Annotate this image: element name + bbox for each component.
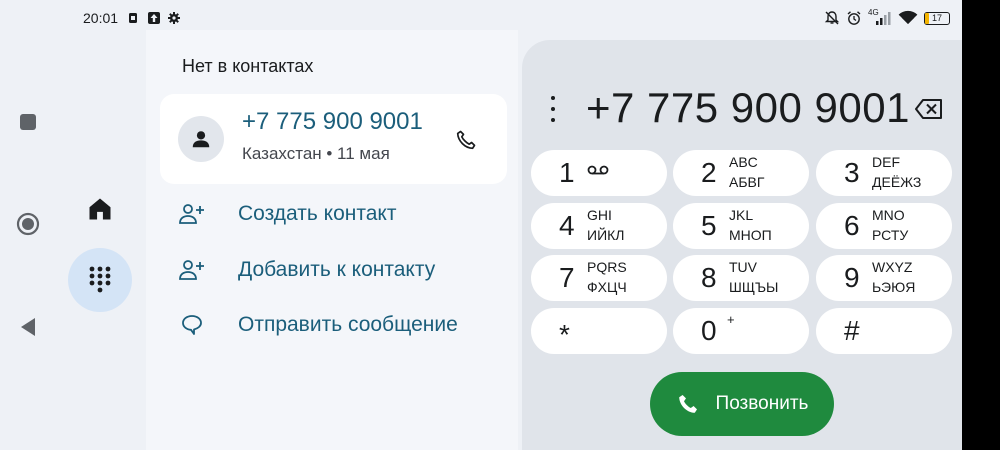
key-cyrillic-letters: РСТУ bbox=[872, 227, 909, 243]
key-latin-letters: MNO bbox=[872, 207, 905, 223]
create-contact-label: Создать контакт bbox=[238, 202, 397, 225]
rail-dialpad-button[interactable] bbox=[68, 248, 132, 312]
dialed-number: +7 775 900 9001 bbox=[586, 84, 910, 131]
status-bar: 20:01 4G 17 bbox=[0, 8, 962, 30]
key-digit: 1 bbox=[559, 157, 575, 188]
more-dot-icon bbox=[551, 107, 555, 111]
phone-screen: 20:01 4G 17 Нет в контактах +7 775 900 9… bbox=[0, 0, 962, 450]
alarm-clock-icon bbox=[847, 11, 861, 25]
card-phone-number: +7 775 900 9001 bbox=[242, 108, 423, 135]
call-button[interactable]: Позвонить bbox=[650, 372, 834, 436]
do-not-disturb-bell-icon bbox=[824, 11, 840, 25]
contact-avatar bbox=[178, 116, 224, 162]
key-cyrillic-letters: АБВГ bbox=[729, 174, 765, 190]
send-message-label: Отправить сообщение bbox=[238, 313, 458, 336]
key-cyrillic-letters: ШЩЪЫ bbox=[729, 279, 779, 295]
add-to-contact-action[interactable]: Добавить к контакту bbox=[178, 250, 508, 290]
phone-icon bbox=[456, 130, 476, 150]
not-in-contacts-title: Нет в контактах bbox=[182, 56, 314, 76]
key-latin-letters: WXYZ bbox=[872, 259, 913, 275]
key-digit: 6 bbox=[844, 210, 860, 241]
backspace-icon bbox=[915, 99, 942, 119]
system-navigation-bar bbox=[0, 30, 56, 450]
key-digit: 2 bbox=[701, 157, 717, 188]
card-subtitle: Казахстан • 11 мая bbox=[242, 144, 390, 163]
key-latin-letters: TUV bbox=[729, 259, 757, 275]
key-star[interactable]: * bbox=[531, 308, 667, 354]
send-message-action[interactable]: Отправить сообщение bbox=[178, 305, 508, 345]
back-button[interactable] bbox=[14, 313, 42, 341]
mobile-signal-icon: 4G bbox=[868, 8, 892, 26]
battery-level: 17 bbox=[931, 12, 942, 23]
key-cyrillic-letters: ДЕЁЖЗ bbox=[872, 174, 922, 190]
notification-icon bbox=[129, 13, 137, 23]
key-latin-letters: DEF bbox=[872, 154, 900, 170]
key-digit: 0 bbox=[701, 315, 717, 346]
key-digit: 9 bbox=[844, 262, 860, 293]
key-digit: 8 bbox=[701, 262, 717, 293]
key-6[interactable]: 6 MNO РСТУ bbox=[816, 203, 952, 249]
more-dot-icon bbox=[551, 96, 555, 100]
key-digit: 3 bbox=[844, 157, 860, 188]
battery-indicator: 17 bbox=[924, 11, 950, 25]
add-to-contact-label: Добавить к контакту bbox=[238, 258, 436, 281]
screen-edge-bar bbox=[962, 0, 1000, 450]
person-icon bbox=[192, 131, 210, 148]
battery-fill bbox=[925, 12, 930, 24]
home-icon bbox=[89, 198, 111, 220]
recents-button[interactable] bbox=[14, 108, 42, 136]
key-digit: 4 bbox=[559, 210, 575, 241]
home-button[interactable] bbox=[14, 210, 42, 238]
contact-panel: Нет в контактах +7 775 900 9001 Казахста… bbox=[146, 30, 518, 450]
key-5[interactable]: 5 JKL МНОП bbox=[673, 203, 809, 249]
key-latin-letters: PQRS bbox=[587, 259, 627, 275]
back-triangle-icon bbox=[21, 318, 35, 336]
voicemail-icon bbox=[587, 165, 609, 175]
key-digit: 5 bbox=[701, 210, 717, 241]
key-0[interactable]: 0 + bbox=[673, 308, 809, 354]
more-options-button[interactable] bbox=[548, 96, 558, 122]
key-latin-letters: JKL bbox=[729, 207, 754, 223]
key-8[interactable]: 8 TUV ШЩЪЫ bbox=[673, 255, 809, 301]
wifi-icon bbox=[898, 10, 918, 24]
message-icon bbox=[178, 311, 206, 339]
key-cyrillic-letters: ЬЭЮЯ bbox=[872, 279, 916, 295]
status-time: 20:01 bbox=[83, 10, 119, 26]
dialpad-icon bbox=[89, 266, 111, 293]
app-navigation-rail bbox=[56, 30, 146, 450]
dialer-panel: +7 775 900 9001 1 2 ABC АБВГ 3 DEF ДЕЁЖЗ… bbox=[522, 40, 962, 450]
create-contact-action[interactable]: Создать контакт bbox=[178, 194, 508, 234]
phone-icon bbox=[678, 395, 697, 413]
key-1[interactable]: 1 bbox=[531, 150, 667, 196]
key-digit: * bbox=[559, 319, 570, 350]
key-2[interactable]: 2 ABC АБВГ bbox=[673, 150, 809, 196]
key-digit: 7 bbox=[559, 262, 575, 293]
key-latin-letters: ABC bbox=[729, 154, 758, 170]
key-digit: # bbox=[844, 315, 860, 346]
person-add-icon bbox=[178, 200, 206, 228]
settings-gear-icon bbox=[168, 12, 180, 24]
key-cyrillic-letters: ФХЦЧ bbox=[587, 279, 627, 295]
more-dot-icon bbox=[551, 118, 555, 122]
backspace-button[interactable] bbox=[914, 94, 944, 124]
person-add-icon bbox=[178, 256, 206, 284]
status-right-group: 4G 17 bbox=[824, 8, 950, 26]
key-9[interactable]: 9 WXYZ ЬЭЮЯ bbox=[816, 255, 952, 301]
upload-icon bbox=[148, 12, 160, 24]
recents-square-icon bbox=[20, 114, 36, 130]
key-cyrillic-letters: МНОП bbox=[729, 227, 772, 243]
rail-home-button[interactable] bbox=[86, 195, 114, 223]
key-4[interactable]: 4 GHI ИЙКЛ bbox=[531, 203, 667, 249]
key-7[interactable]: 7 PQRS ФХЦЧ bbox=[531, 255, 667, 301]
key-cyrillic-letters: ИЙКЛ bbox=[587, 227, 625, 243]
call-button-label: Позвонить bbox=[715, 393, 809, 414]
key-plus-symbol: + bbox=[727, 312, 735, 327]
key-3[interactable]: 3 DEF ДЕЁЖЗ bbox=[816, 150, 952, 196]
key-latin-letters: GHI bbox=[587, 207, 612, 223]
card-call-button[interactable] bbox=[452, 126, 480, 154]
home-circle-icon bbox=[16, 212, 40, 236]
key-hash[interactable]: # bbox=[816, 308, 952, 354]
